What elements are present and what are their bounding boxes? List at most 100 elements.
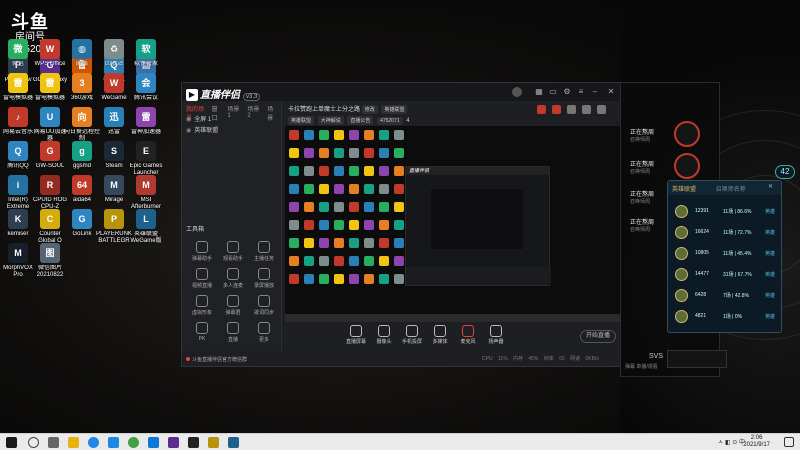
desktop-icon[interactable]: M MorphVOX Pro <box>0 243 36 279</box>
toolbox-item[interactable]: 虚拟形象 <box>188 295 216 316</box>
app-icon[interactable] <box>168 437 179 448</box>
screen-source-button[interactable]: 直播屏幕 <box>342 325 370 345</box>
toolbox-item[interactable]: 观看助手 <box>219 241 247 262</box>
message-icon[interactable]: ▭ <box>548 87 558 97</box>
desktop-icon[interactable]: C Counter Global O <box>32 209 68 245</box>
toolbox-item[interactable]: 视频直播 <box>188 268 216 289</box>
desktop-icon[interactable]: W WPS Office <box>32 39 68 68</box>
rank-detail-link[interactable]: 英雄 <box>765 292 775 299</box>
desktop-icon[interactable]: E Epic Games Launcher <box>128 141 164 177</box>
minimize-icon[interactable]: – <box>590 87 600 97</box>
desktop-icon[interactable]: 软软件管家 <box>128 39 164 68</box>
rank-detail-link[interactable]: 英雄 <box>765 208 775 215</box>
desktop-icon[interactable]: R CPUID ROG CPU-Z <box>32 175 68 211</box>
rank-row[interactable]: 10805 11场 | 45.4% 英雄 <box>673 245 778 262</box>
desktop-icon[interactable]: 图微信图片 20210822 <box>32 243 68 279</box>
desktop-icon[interactable]: ◍ 网络 <box>64 39 100 68</box>
desktop-icon[interactable]: Q 腾讯QQ <box>0 141 36 170</box>
rank-row[interactable]: 12391 11场 | 86.6% 英雄 <box>673 203 778 220</box>
desktop-icon[interactable]: 3 360游戏 <box>64 73 100 102</box>
tag-chip[interactable]: 4752071 <box>377 117 403 125</box>
settings-icon[interactable]: ⚙ <box>562 87 572 97</box>
explorer-icon[interactable] <box>68 437 79 448</box>
close-icon[interactable]: ✕ <box>606 87 616 97</box>
start-live-button[interactable]: 开始直播 <box>580 330 616 343</box>
share-icon[interactable] <box>597 105 606 114</box>
toolbox-item[interactable]: 弹幕君 <box>219 295 247 316</box>
speaker-button[interactable]: 扬声器 <box>482 325 510 345</box>
rank-detail-link[interactable]: 英雄 <box>765 313 775 320</box>
desktop-icon[interactable]: L 英雄联盟 WeGame版 <box>128 209 164 245</box>
chrome-icon[interactable] <box>128 437 139 448</box>
app-titlebar[interactable]: ▶ 直播伴侣 v3.3 ▦ ▭ ⚙ ≡ – ✕ <box>182 83 622 102</box>
rank-row[interactable]: 14477 31场 | 67.7% 英雄 <box>673 266 778 283</box>
desktop-icon[interactable]: W WeGame <box>96 73 132 102</box>
eye-icon[interactable]: ◉ <box>186 117 191 123</box>
browser-icon[interactable] <box>108 437 119 448</box>
desktop-icon[interactable]: 雷雷神加速器 <box>128 107 164 136</box>
desktop-icon[interactable]: 64 aida64 <box>64 175 100 204</box>
desktop-icon[interactable]: ♻ 回收站 <box>96 39 132 68</box>
start-icon[interactable] <box>6 437 17 448</box>
rank-row[interactable]: 16624 11场 | 72.7% 英雄 <box>673 224 778 241</box>
desktop-icon[interactable]: 微微信 <box>0 39 36 68</box>
task-view-icon[interactable] <box>48 437 59 448</box>
avatar[interactable] <box>512 87 522 97</box>
gift-icon[interactable] <box>537 105 546 114</box>
desktop-icon[interactable]: 迅迅雷 <box>96 107 132 136</box>
phone-cast-button[interactable]: 手机投屏 <box>398 325 426 345</box>
toolbox-item[interactable]: 歌词同步 <box>250 295 278 316</box>
toolbox-item[interactable]: 更多 <box>250 322 278 343</box>
live-app-icon[interactable] <box>188 437 199 448</box>
tool-icon[interactable] <box>567 105 576 114</box>
lol-icon[interactable] <box>228 437 239 448</box>
desktop-icon[interactable]: G GW-SOUL <box>32 141 68 170</box>
edit-title-button[interactable]: 修改 <box>361 105 378 114</box>
close-icon[interactable]: ✕ <box>768 183 773 190</box>
eye-icon[interactable]: ◉ <box>186 128 191 134</box>
tab-my-scenes[interactable]: 我的场景 <box>186 104 206 122</box>
camera-button[interactable]: 摄像头 <box>370 325 398 345</box>
desktop-icon[interactable]: ♪ 网易云音乐 <box>0 107 36 136</box>
rank-search[interactable]: 召唤师名称 <box>716 187 746 193</box>
scene-item[interactable]: ◉ 英雄联盟 <box>182 126 281 137</box>
game-icon[interactable] <box>208 437 219 448</box>
toolbox-item[interactable]: 主播任务 <box>250 241 278 262</box>
stream-preview[interactable]: 直播伴侣 <box>285 126 620 314</box>
tab-scene-1[interactable]: 场景 1 <box>227 104 241 119</box>
rank-detail-link[interactable]: 英雄 <box>765 271 775 278</box>
search-icon[interactable] <box>28 437 39 448</box>
system-tray[interactable]: ㅅ ◧ ⊙ 中 <box>718 437 745 446</box>
desktop-icon[interactable]: 向向日葵远程控制 <box>64 107 100 143</box>
toolbox-item[interactable]: 录屏播放 <box>250 268 278 289</box>
clock[interactable]: 2:06 2021/9/17 <box>743 435 770 449</box>
live-companion-window[interactable]: ▶ 直播伴侣 v3.3 ▦ ▭ ⚙ ≡ – ✕ 我的场景 窗口 场景 1 场景 2 … <box>181 82 622 367</box>
toolbox-item[interactable]: 直播 <box>219 322 247 343</box>
desktop-icon[interactable]: M Mirage <box>96 175 132 204</box>
rank-overlay[interactable]: 英雄联盟 召唤师名称 ✕ 12391 11场 | 86.6% 英雄 16624 11场 … <box>667 180 782 333</box>
mail-icon[interactable] <box>582 105 591 114</box>
tab-scene-more[interactable]: 场景 <box>267 104 277 122</box>
tab-window[interactable]: 窗口 <box>212 104 222 122</box>
grid-icon[interactable]: ▦ <box>534 87 544 97</box>
tag-chip[interactable]: 直播公告 <box>347 116 374 125</box>
scene-item[interactable]: ◉ 全屏 1 <box>182 115 281 126</box>
desktop-icon[interactable]: M MSI Afterburner <box>128 175 164 211</box>
task-icon[interactable] <box>552 105 561 114</box>
desktop-icon[interactable]: i Intel(R) Extreme <box>0 175 36 211</box>
toolbox-item[interactable]: 多人连麦 <box>219 268 247 289</box>
qq-icon[interactable] <box>148 437 159 448</box>
tag-chip[interactable]: 大神解说 <box>317 116 344 125</box>
toolbox-item[interactable]: 弹幕助手 <box>188 241 216 262</box>
desktop-icon[interactable]: 雷雷电模拟器 <box>32 73 68 102</box>
desktop-icon[interactable]: S Steam <box>96 141 132 170</box>
tab-scene-2[interactable]: 场景 2 <box>247 104 261 119</box>
toolbox-item[interactable]: PK <box>188 322 216 342</box>
category-chip[interactable]: 英雄联盟 <box>381 105 408 114</box>
mic-button[interactable]: 麦克风 <box>454 325 482 345</box>
desktop-icon[interactable]: 雷雷电模拟器 <box>0 73 36 102</box>
tag-chip[interactable]: 英雄联盟 <box>288 116 315 125</box>
notification-icon[interactable] <box>784 437 794 447</box>
desktop-icon[interactable]: 会腾讯会议 <box>128 73 164 102</box>
official-group-link[interactable]: 斗鱼直播伴侣官方微信群 <box>182 351 282 367</box>
